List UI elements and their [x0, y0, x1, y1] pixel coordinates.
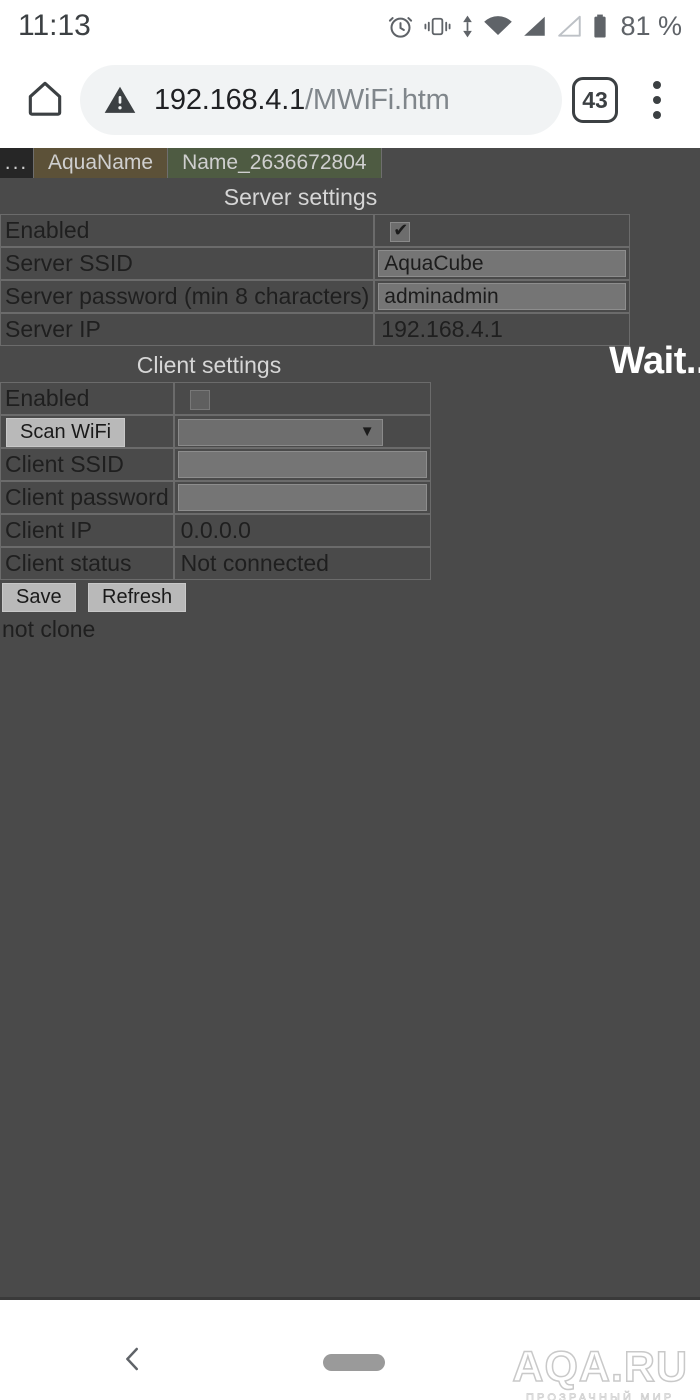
refresh-button[interactable]: Refresh — [88, 583, 187, 612]
save-button[interactable]: Save — [2, 583, 76, 612]
server-ssid-input[interactable]: AquaCube — [378, 250, 627, 277]
nav-back-button[interactable] — [118, 1344, 148, 1379]
row-value-client-password — [173, 481, 431, 514]
table-row: Client password — [0, 481, 431, 514]
wifi-network-select[interactable] — [177, 418, 383, 446]
row-label-client-ssid: Client SSID — [0, 448, 174, 481]
row-value-server-password: adminadmin — [374, 280, 631, 313]
wifi-icon — [483, 13, 513, 40]
web-page-viewport: ... AquaName Name_2636672804 Wait.. Serv… — [0, 148, 700, 1300]
signal-sim1-icon — [522, 13, 548, 40]
client-settings-title: Client settings — [136, 352, 282, 378]
table-row: Scan WiFi — [0, 415, 431, 448]
row-label-server-enabled: Enabled — [0, 214, 375, 247]
tab-name-2636672804[interactable]: Name_2636672804 — [168, 148, 382, 178]
browser-toolbar: 192.168.4.1/MWiFi.htm 43 — [0, 52, 700, 148]
battery-percent-label: 81 % — [620, 10, 682, 41]
footnote-text: not clone — [2, 616, 96, 642]
menu-dot — [653, 111, 661, 119]
url-host: 192.168.4.1 — [154, 83, 305, 116]
system-navigation-bar: AQA.RU ПРОЗРАЧНЫЙ МИР — [0, 1300, 700, 1400]
home-button[interactable] — [14, 76, 76, 125]
watermark-main-text: AQA.RU — [512, 1343, 688, 1391]
url-path: /MWiFi.htm — [305, 83, 450, 116]
row-value-client-ip: 0.0.0.0 — [173, 514, 431, 547]
row-label-server-password: Server password (min 8 characters) — [0, 280, 375, 313]
chevron-left-icon — [118, 1347, 148, 1378]
row-label-client-status: Client status — [0, 547, 174, 580]
table-row: Server IP 192.168.4.1 — [0, 313, 631, 346]
table-row: Server password (min 8 characters) admin… — [0, 280, 631, 313]
row-value-scan-wifi — [173, 415, 431, 448]
site-watermark: AQA.RU ПРОЗРАЧНЫЙ МИР — [512, 1343, 688, 1400]
server-settings-table: Enabled Server SSID AquaCube Server pass… — [0, 214, 631, 346]
vibrate-icon — [423, 13, 452, 40]
row-label-scan-wifi: Scan WiFi — [0, 415, 174, 448]
form-action-buttons: Save Refresh — [0, 580, 700, 612]
scan-wifi-button[interactable]: Scan WiFi — [6, 417, 126, 447]
tab-ellipsis[interactable]: ... — [0, 148, 34, 178]
watermark-sub-text: ПРОЗРАЧНЫЙ МИР — [525, 1392, 675, 1400]
row-value-client-enabled — [173, 382, 431, 415]
row-label-client-enabled: Enabled — [0, 382, 174, 415]
row-label-client-ip: Client IP — [0, 514, 174, 547]
server-password-input[interactable]: adminadmin — [378, 283, 627, 310]
client-status-value: Not connected — [180, 550, 329, 576]
client-settings-table: Enabled Scan WiFi Client SSID — [0, 382, 431, 580]
row-label-server-ssid: Server SSID — [0, 247, 375, 280]
table-row: Enabled — [0, 382, 431, 415]
url-text: 192.168.4.1/MWiFi.htm — [154, 84, 450, 117]
menu-dot — [653, 96, 661, 104]
server-settings-title: Server settings — [223, 184, 378, 210]
overflow-menu-icon[interactable] — [634, 81, 680, 119]
table-row: Client SSID — [0, 448, 431, 481]
menu-dot — [653, 81, 661, 89]
row-value-server-ip: 192.168.4.1 — [374, 313, 631, 346]
page-tab-strip: ... AquaName Name_2636672804 — [0, 148, 700, 178]
table-row: Client IP 0.0.0.0 — [0, 514, 431, 547]
data-transfer-icon — [461, 13, 474, 40]
status-icon-group: 81 % — [387, 11, 682, 42]
table-row: Client status Not connected — [0, 547, 431, 580]
client-ssid-input[interactable] — [177, 451, 427, 478]
url-bar[interactable]: 192.168.4.1/MWiFi.htm — [80, 65, 562, 135]
battery-icon — [592, 13, 608, 40]
server-enabled-checkbox[interactable] — [390, 220, 411, 242]
client-ip-value: 0.0.0.0 — [180, 517, 251, 543]
phone-screen: 11:13 81 % 192.168.4.1/MWiFi.htm 43 ... … — [0, 0, 700, 1400]
signal-sim2-icon — [557, 13, 583, 40]
tab-aquaname[interactable]: AquaName — [34, 148, 169, 178]
row-value-client-status: Not connected — [173, 547, 431, 580]
row-value-client-ssid — [173, 448, 431, 481]
status-clock: 11:13 — [18, 9, 91, 42]
warning-triangle-icon[interactable] — [102, 82, 138, 118]
wait-status-overlay: Wait.. — [609, 340, 700, 382]
row-label-client-password: Client password — [0, 481, 174, 514]
row-value-server-enabled — [374, 214, 631, 247]
row-value-server-ssid: AquaCube — [374, 247, 631, 280]
table-row: Server SSID AquaCube — [0, 247, 631, 280]
row-label-server-ip: Server IP — [0, 313, 375, 346]
system-status-bar: 11:13 81 % — [0, 0, 700, 52]
client-enabled-checkbox[interactable] — [189, 389, 210, 410]
table-row: Enabled — [0, 214, 631, 247]
home-icon — [23, 76, 67, 125]
tab-switcher-button[interactable]: 43 — [572, 77, 618, 123]
nav-home-pill[interactable] — [323, 1354, 385, 1371]
server-ip-value: 192.168.4.1 — [381, 316, 503, 342]
client-password-input[interactable] — [177, 484, 427, 511]
alarm-icon — [387, 13, 414, 40]
